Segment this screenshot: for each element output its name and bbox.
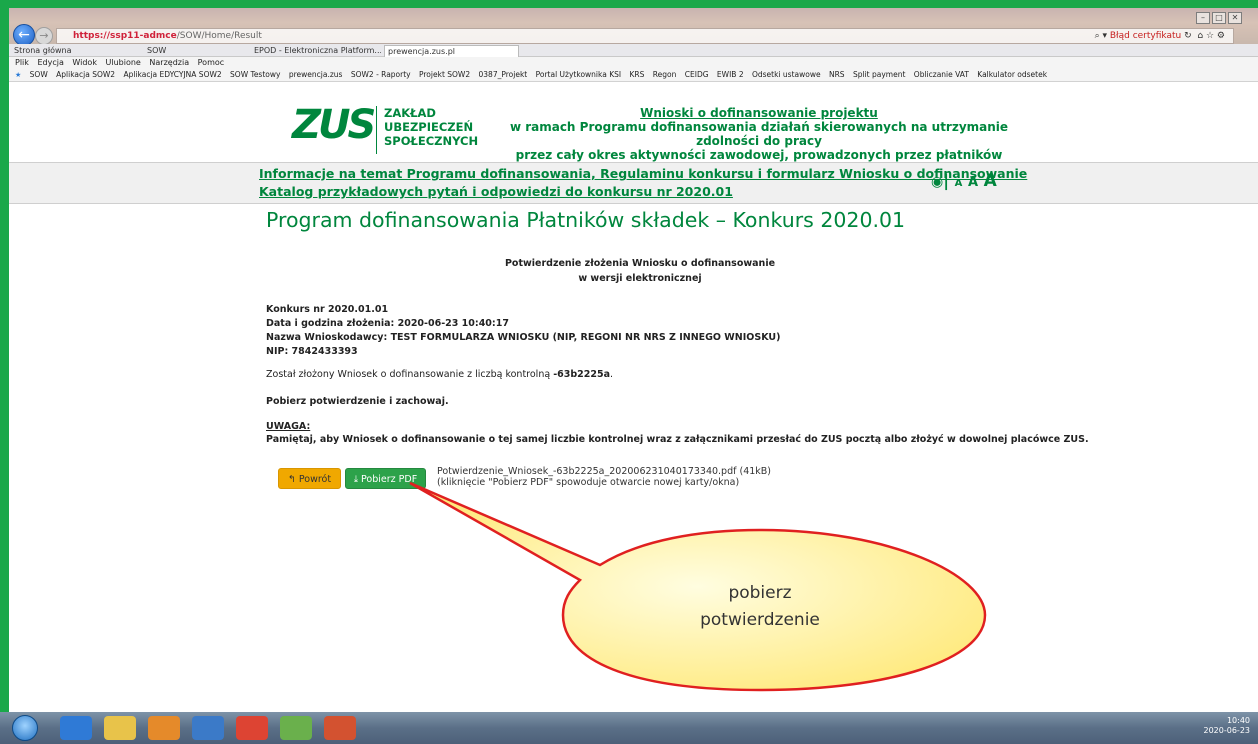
callout-line: pobierz [728, 583, 792, 603]
system-tray[interactable]: 10:40 2020-06-23 [1204, 716, 1251, 736]
clock-date: 2020-06-23 [1203, 726, 1251, 735]
windows-taskbar [0, 712, 1258, 744]
outlook-icon[interactable] [148, 716, 180, 740]
app-icon[interactable] [280, 716, 312, 740]
app-icon[interactable] [192, 716, 224, 740]
callout-balloon [409, 481, 987, 692]
callout-text: pobierz potwierdzenie [660, 580, 860, 634]
callout-line: potwierdzenie [700, 610, 820, 630]
powerpoint-icon[interactable] [324, 716, 356, 740]
internet-explorer-icon[interactable] [60, 716, 92, 740]
file-explorer-icon[interactable] [104, 716, 136, 740]
clock-time: 10:40 [1226, 716, 1250, 725]
chrome-icon[interactable] [236, 716, 268, 740]
start-button-icon[interactable] [12, 715, 38, 741]
